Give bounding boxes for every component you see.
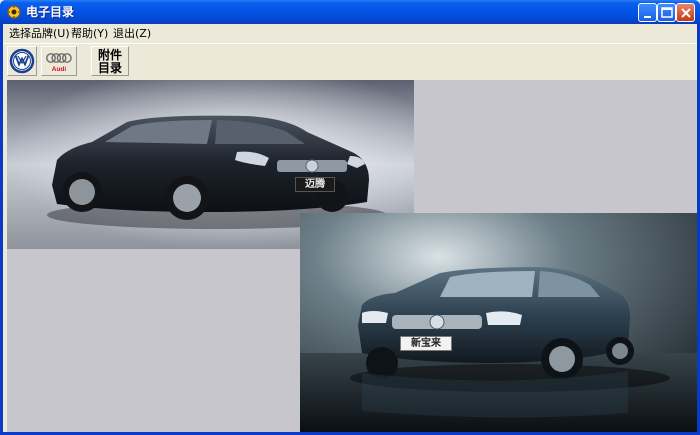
menu-bar: 选择品牌(U) 帮助(Y) 退出(Z) — [3, 24, 697, 43]
audi-wordmark: Audi — [52, 66, 67, 73]
minimize-icon — [644, 16, 651, 18]
menu-select-brand[interactable]: 选择品牌(U) — [9, 26, 70, 41]
vw-logo-icon — [9, 48, 35, 74]
menu-exit[interactable]: 退出(Z) — [113, 26, 151, 41]
audi-brand-button[interactable]: Audi — [41, 46, 77, 76]
toolbar: Audi 附件 目录 — [3, 43, 697, 77]
license-plate-magotan: 迈腾 — [295, 177, 335, 192]
attachment-catalog-button[interactable]: 附件 目录 — [91, 46, 129, 76]
title-bar[interactable]: 电子目录 — [0, 0, 700, 24]
client-area: 选择品牌(U) 帮助(Y) 退出(Z) Audi 附件 目录 迈腾 新宝来 — [3, 24, 697, 432]
menu-help[interactable]: 帮助(Y) — [71, 26, 108, 41]
app-icon — [7, 5, 21, 19]
app-window: 电子目录 选择品牌(U) 帮助(Y) 退出(Z) Audi 附件 目录 迈腾 新… — [0, 0, 700, 435]
car-image-new-bora[interactable]: 新宝来 — [300, 213, 697, 432]
window-title: 电子目录 — [26, 5, 75, 19]
attachment-catalog-label: 附件 目录 — [97, 48, 122, 75]
audi-logo-icon: Audi — [46, 53, 72, 73]
close-icon — [681, 8, 691, 18]
car-photo-new-bora — [300, 213, 697, 432]
vw-brand-button[interactable] — [7, 46, 37, 76]
close-button[interactable] — [676, 3, 695, 22]
maximize-icon — [661, 7, 673, 18]
license-plate-new-bora: 新宝来 — [400, 336, 452, 351]
catalog-view: 迈腾 新宝来 — [7, 80, 697, 432]
minimize-button[interactable] — [638, 3, 657, 22]
maximize-button[interactable] — [657, 3, 676, 22]
